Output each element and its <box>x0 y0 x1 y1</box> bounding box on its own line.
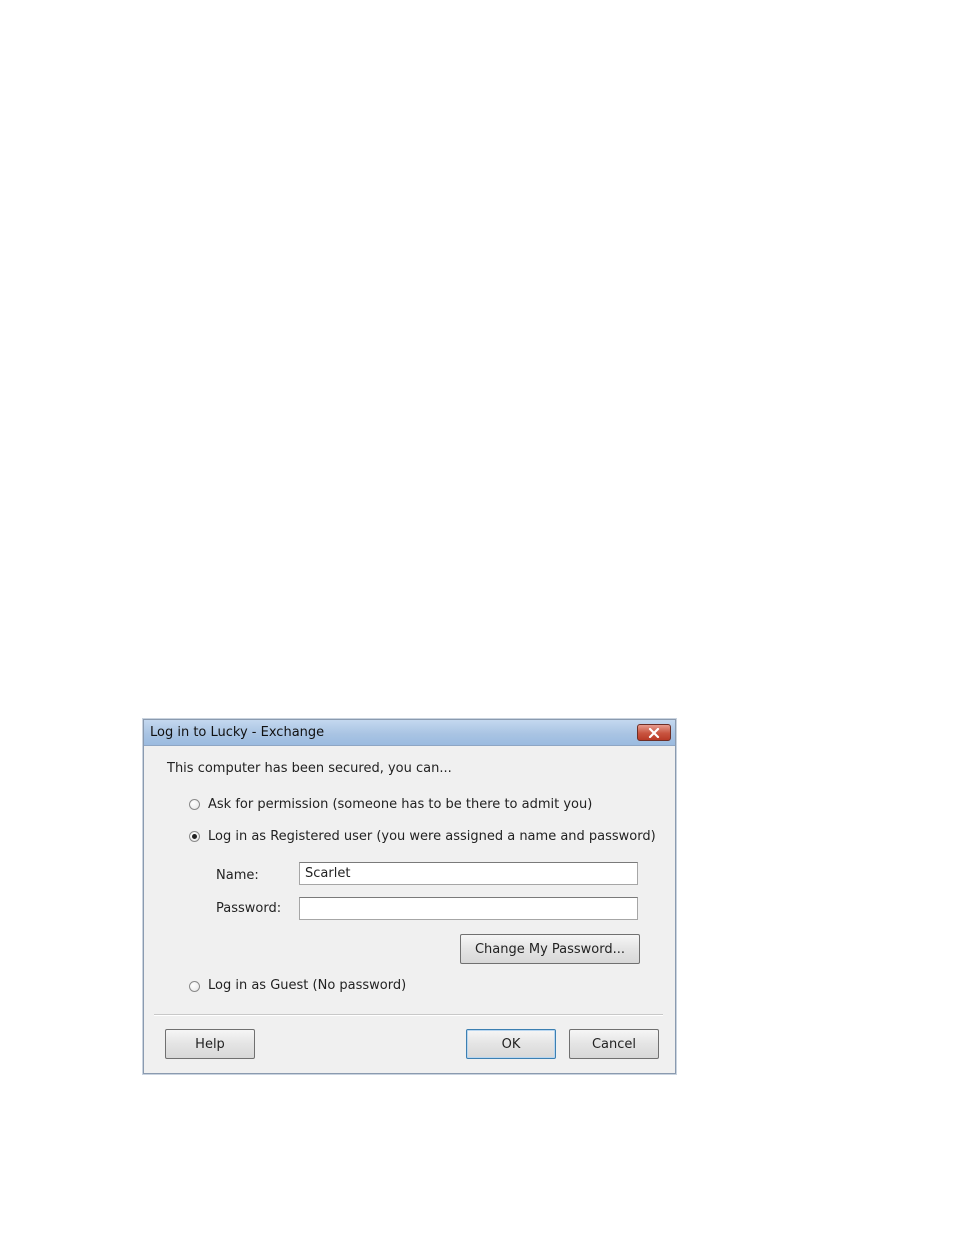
change-password-button[interactable]: Change My Password... <box>460 934 640 964</box>
dialog-title: Log in to Lucky - Exchange <box>150 725 325 740</box>
registered-user-radio[interactable] <box>189 831 200 842</box>
page: Log in to Lucky - Exchange This computer… <box>0 0 954 1235</box>
guest-label[interactable]: Log in as Guest (No password) <box>208 978 406 993</box>
login-dialog: Log in to Lucky - Exchange This computer… <box>143 719 676 1074</box>
separator <box>154 1014 663 1016</box>
help-button[interactable]: Help <box>165 1029 255 1059</box>
password-field[interactable] <box>299 897 638 920</box>
intro-text: This computer has been secured, you can.… <box>167 761 452 776</box>
cancel-button[interactable]: Cancel <box>569 1029 659 1059</box>
ask-permission-label[interactable]: Ask for permission (someone has to be th… <box>208 797 592 812</box>
name-label: Name: <box>216 868 259 883</box>
registered-user-label[interactable]: Log in as Registered user (you were assi… <box>208 829 656 844</box>
title-bar[interactable]: Log in to Lucky - Exchange <box>144 720 675 746</box>
name-field[interactable] <box>299 862 638 885</box>
ok-button[interactable]: OK <box>466 1029 556 1059</box>
close-button[interactable] <box>637 724 671 741</box>
close-icon <box>648 727 660 738</box>
guest-radio[interactable] <box>189 981 200 992</box>
password-label: Password: <box>216 901 282 916</box>
ask-permission-radio[interactable] <box>189 799 200 810</box>
